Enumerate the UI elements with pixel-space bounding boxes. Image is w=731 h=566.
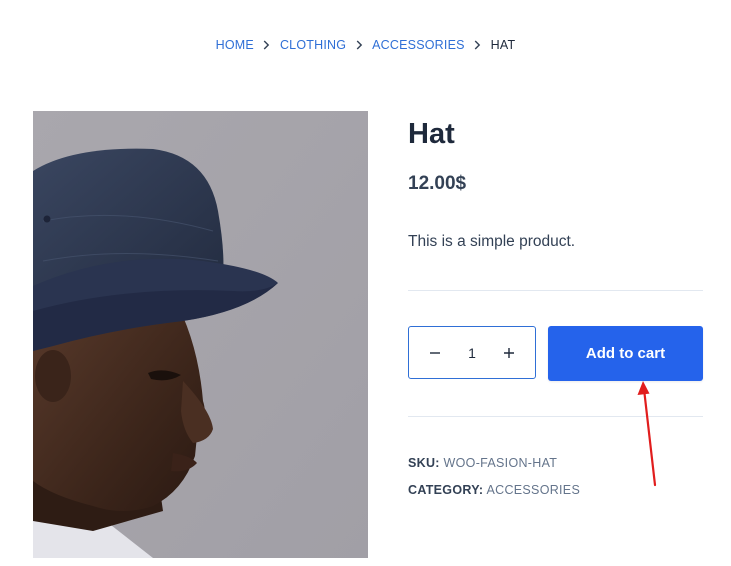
breadcrumb-home[interactable]: HOME (216, 38, 254, 52)
sku-value: WOO-FASION-HAT (443, 456, 558, 470)
annotation-arrow-icon (637, 381, 657, 487)
product-page: HOME CLOTHING ACCESSORIES HAT Hat 12.00$… (0, 0, 731, 566)
breadcrumb-current: HAT (490, 38, 516, 52)
product-description: This is a simple product. (408, 233, 576, 250)
quantity-stepper (408, 326, 536, 379)
category-label: CATEGORY: (408, 483, 484, 497)
chevron-right-icon (263, 40, 271, 50)
product-sku: SKU: WOO-FASION-HAT (408, 456, 557, 470)
product-price: 12.00$ (408, 173, 467, 194)
minus-icon[interactable] (427, 345, 443, 361)
breadcrumb-clothing[interactable]: CLOTHING (280, 38, 346, 52)
breadcrumb: HOME CLOTHING ACCESSORIES HAT (0, 38, 731, 52)
product-category: CATEGORY: ACCESSORIES (408, 483, 580, 497)
product-image[interactable] (33, 111, 368, 558)
breadcrumb-accessories[interactable]: ACCESSORIES (372, 38, 465, 52)
chevron-right-icon (355, 40, 363, 50)
sku-label: SKU: (408, 456, 440, 470)
category-link[interactable]: ACCESSORIES (486, 483, 580, 497)
product-title: Hat (408, 118, 455, 150)
product-photo (33, 111, 368, 558)
quantity-input[interactable] (455, 343, 489, 362)
divider (408, 290, 703, 291)
chevron-right-icon (474, 40, 482, 50)
plus-icon[interactable] (501, 345, 517, 361)
add-to-cart-button[interactable]: Add to cart (548, 326, 703, 381)
